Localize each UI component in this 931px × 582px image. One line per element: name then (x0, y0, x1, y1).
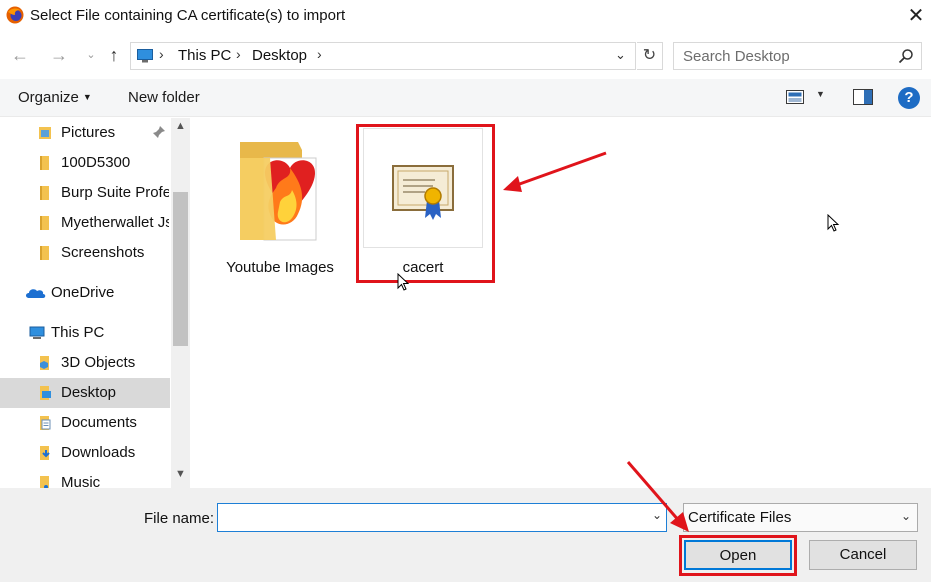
search-placeholder: Search Desktop (683, 48, 790, 65)
refresh-button[interactable]: ↻ (637, 42, 663, 70)
folder-icon (40, 186, 49, 200)
file-name-input[interactable] (217, 503, 667, 532)
file-list-area: Youtube Images cacert (191, 118, 931, 488)
onedrive-icon (26, 289, 46, 298)
sidebar-item-label: Myetherwallet Js (61, 214, 169, 231)
sidebar-item-label: Burp Suite Profes (61, 184, 169, 201)
sidebar-item-onedrive[interactable]: OneDrive (0, 278, 170, 308)
this-pc-icon (137, 49, 153, 63)
breadcrumb-this-pc[interactable]: This PC (178, 47, 231, 64)
sidebar-item-downloads[interactable]: Downloads (0, 438, 170, 468)
sidebar-scrollbar[interactable]: ▲ ▼ (171, 118, 190, 488)
folder-icon (40, 246, 49, 260)
downloads-icon (40, 446, 50, 460)
breadcrumb-separator-icon[interactable]: › (159, 46, 164, 62)
documents-icon (40, 416, 51, 430)
sidebar-item-label: This PC (51, 324, 105, 341)
file-name-label: File name: (144, 510, 215, 527)
search-input[interactable]: Search Desktop (673, 42, 922, 70)
back-arrow-icon[interactable]: ← (9, 44, 31, 66)
pin-icon[interactable] (152, 125, 166, 139)
window-title: Select File containing CA certificate(s)… (30, 7, 346, 24)
sidebar-item-myetherwallet[interactable]: Myetherwallet Js (0, 208, 170, 238)
folder-icon (40, 156, 49, 170)
annotation-highlight-box (679, 535, 797, 576)
file-name-dropdown-icon[interactable]: ⌄ (652, 508, 662, 522)
sidebar-item-label: Desktop (61, 384, 117, 401)
search-icon (898, 49, 913, 64)
music-icon (40, 476, 49, 488)
close-button[interactable]: ✕ (902, 2, 930, 30)
sidebar-item-label: Screenshots (61, 244, 145, 261)
scroll-down-arrow-icon[interactable]: ▼ (171, 468, 190, 484)
view-options-caret-icon[interactable]: ▼ (816, 89, 825, 99)
pictures-folder-icon (39, 127, 51, 139)
forward-arrow-icon[interactable]: → (48, 44, 70, 66)
sidebar-item-pictures[interactable]: Pictures (0, 118, 170, 148)
address-row: ← → ⌄ ↑ › This PC › Desktop › ⌄ ↻ Search… (0, 38, 931, 74)
breadcrumb-separator-icon[interactable]: › (236, 46, 241, 62)
dialog-footer: File name: ⌄ Certificate Files ⌄ Open Ca… (0, 488, 931, 582)
sidebar-item-label: 3D Objects (61, 354, 136, 371)
scrollbar-thumb[interactable] (173, 192, 188, 346)
change-view-icon[interactable] (786, 90, 804, 104)
this-pc-icon (29, 326, 45, 339)
sidebar-item-label: Music (61, 474, 101, 488)
help-icon[interactable]: ? (898, 87, 920, 109)
annotation-highlight-box (356, 124, 495, 283)
chevron-down-icon: ⌄ (900, 509, 911, 523)
folder-icon (40, 216, 49, 230)
sidebar-item-label: Documents (61, 414, 137, 431)
sidebar-item-this-pc[interactable]: This PC (0, 318, 170, 348)
sidebar-item-100d5300[interactable]: 100D5300 (0, 148, 170, 178)
breadcrumb-separator-icon[interactable]: › (317, 46, 322, 62)
sidebar-item-burp-suite[interactable]: Burp Suite Profes (0, 178, 170, 208)
organize-menu[interactable]: Organize ▼ (18, 89, 92, 106)
sidebar-item-desktop[interactable]: Desktop (0, 378, 170, 408)
sidebar-item-label: Pictures (61, 124, 116, 141)
file-type-selected: Certificate Files (688, 509, 792, 526)
folder-with-images-icon (240, 142, 317, 241)
sidebar-item-label: OneDrive (51, 284, 115, 301)
organize-label: Organize (18, 89, 79, 106)
sidebar-item-screenshots[interactable]: Screenshots (0, 238, 170, 268)
sidebar-item-music[interactable]: Music (0, 468, 170, 488)
scroll-up-arrow-icon[interactable]: ▲ (171, 120, 190, 136)
navigation-pane: Pictures 100D5300 Burp Suite Profes Myet… (0, 118, 190, 488)
sidebar-item-3d-objects[interactable]: 3D Objects (0, 348, 170, 378)
preview-pane-icon[interactable] (853, 89, 873, 105)
mouse-cursor-icon (397, 273, 410, 291)
up-arrow-icon[interactable]: ↑ (103, 44, 125, 66)
desktop-icon (40, 386, 51, 400)
new-folder-button[interactable]: New folder (128, 89, 200, 106)
cancel-button[interactable]: Cancel (809, 540, 917, 570)
sidebar-item-label: 100D5300 (61, 154, 131, 171)
command-toolbar: Organize ▼ New folder ▼ ? (0, 79, 931, 117)
mouse-cursor-icon (827, 214, 840, 232)
recent-locations-chevron-icon[interactable]: ⌄ (80, 44, 102, 66)
title-bar: Select File containing CA certificate(s)… (0, 0, 931, 33)
file-type-select[interactable]: Certificate Files ⌄ (683, 503, 918, 532)
3d-objects-icon (40, 356, 49, 370)
file-item-youtube-images[interactable]: Youtube Images (220, 128, 340, 278)
breadcrumb-desktop[interactable]: Desktop (252, 47, 307, 64)
address-bar[interactable]: › This PC › Desktop › ⌄ (130, 42, 636, 70)
address-dropdown-icon[interactable]: ⌄ (615, 47, 626, 63)
file-item-label: Youtube Images (226, 259, 334, 276)
sidebar-item-label: Downloads (61, 444, 136, 461)
sidebar-item-documents[interactable]: Documents (0, 408, 170, 438)
firefox-icon (6, 6, 24, 24)
caret-down-icon: ▼ (82, 92, 92, 102)
